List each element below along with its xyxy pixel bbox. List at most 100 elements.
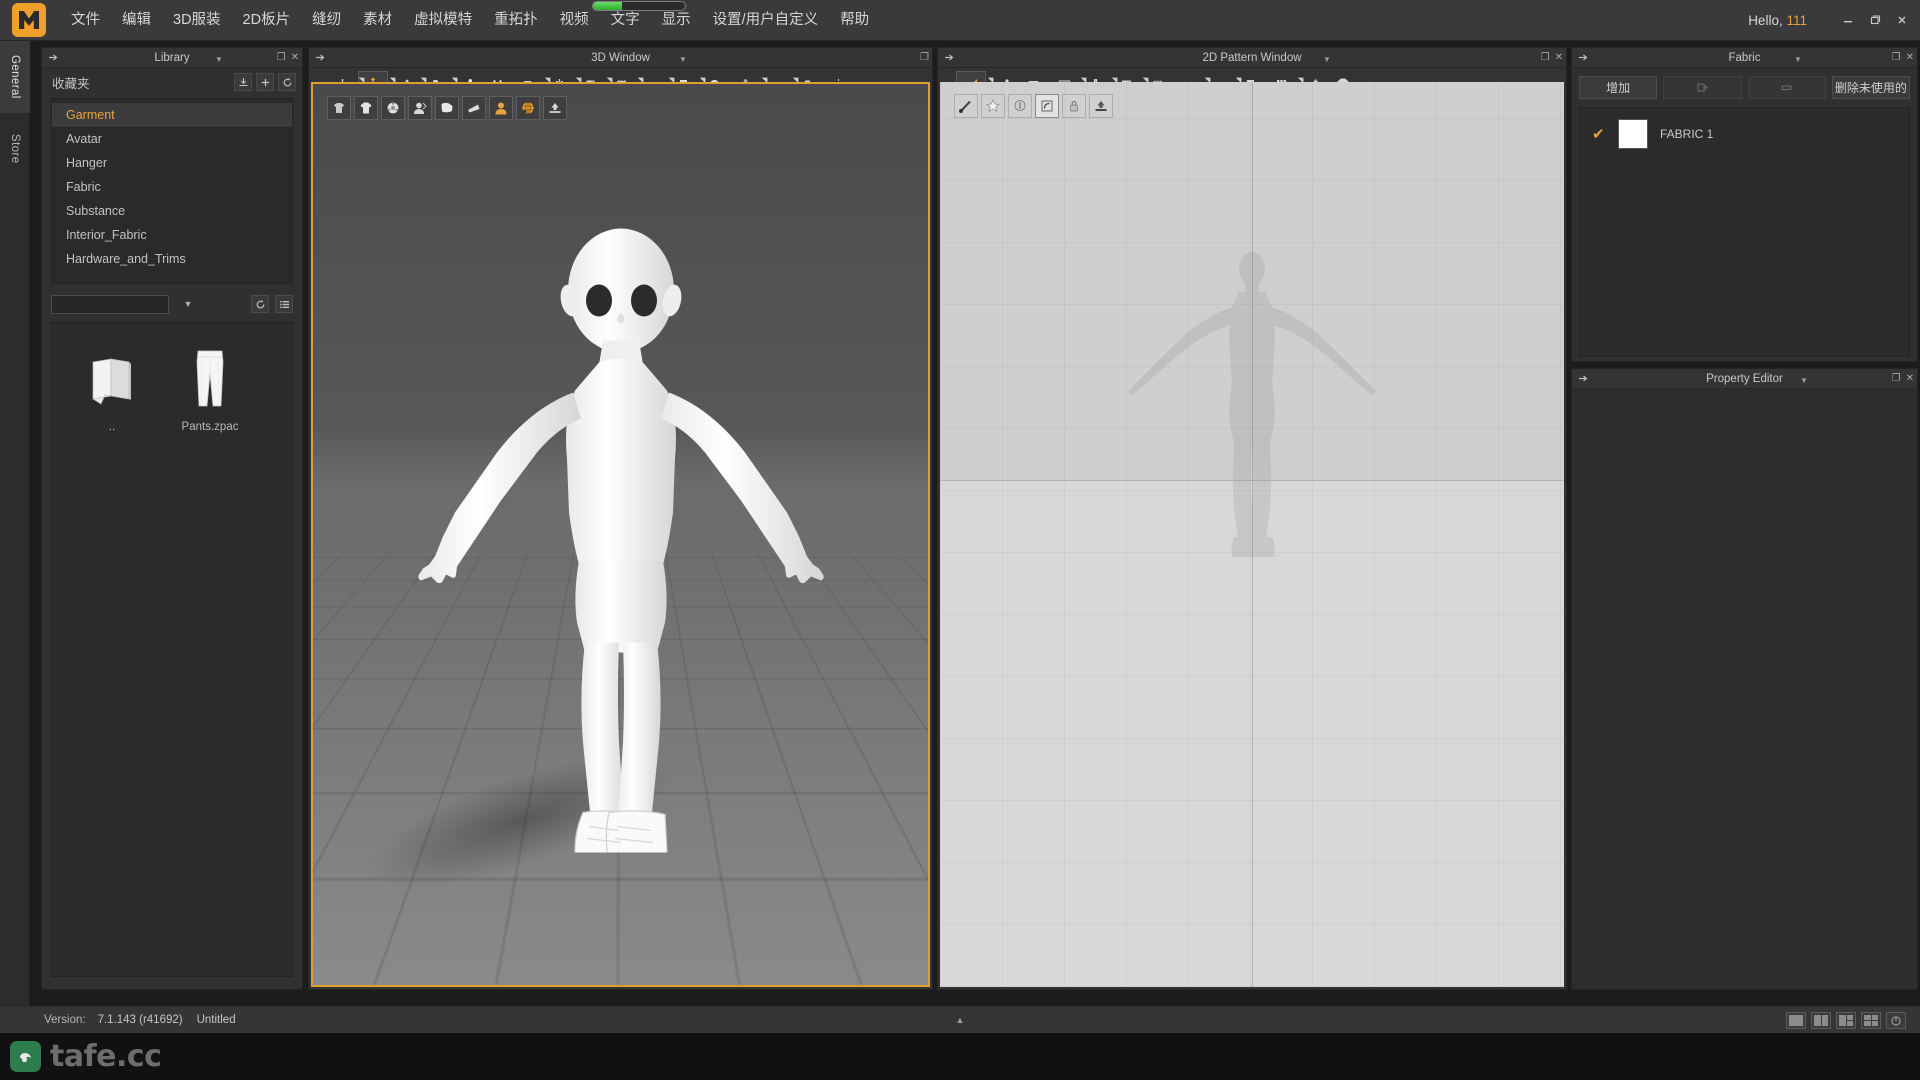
loading-progress-bar: [592, 1, 686, 11]
2d-window-close-icon[interactable]: ✕: [1555, 52, 1563, 63]
fabric-list-item[interactable]: ✔ FABRIC 1: [1580, 114, 1909, 154]
add-fabric-button[interactable]: 增加: [1579, 76, 1658, 99]
library-file-pants[interactable]: Pants.zpac: [164, 337, 256, 447]
watermark-text: tafe.cc: [50, 1039, 162, 1074]
window-close-button[interactable]: [1890, 10, 1914, 30]
layout-custom-button[interactable]: [1886, 1011, 1906, 1029]
3d-window-title: 3D Window: [591, 51, 650, 64]
library-filter-caret-icon[interactable]: ▼: [175, 295, 201, 314]
menu-sewing[interactable]: 缝纫: [301, 0, 352, 41]
version-value: 7.1.143 (r41692): [97, 1014, 183, 1026]
menu-edit[interactable]: 编辑: [111, 0, 162, 41]
3d-viewport[interactable]: [311, 82, 930, 987]
2d-window-undock-icon[interactable]: ❐: [1541, 52, 1550, 63]
menu-3d-garment[interactable]: 3D服装: [162, 0, 232, 41]
menu-bar-right: Hello, 111: [1748, 0, 1920, 40]
library-refresh-icon[interactable]: [251, 295, 269, 313]
menu-material[interactable]: 素材: [352, 0, 403, 41]
library-category-hanger[interactable]: Hanger: [52, 151, 292, 175]
layout-single-button[interactable]: [1786, 1011, 1806, 1029]
fabric-close-icon[interactable]: ✕: [1906, 52, 1914, 63]
3d-avatar-model[interactable]: [351, 212, 891, 869]
gear-ball-icon-button[interactable]: [381, 96, 405, 120]
fabric-pin-icon[interactable]: [1575, 50, 1591, 66]
library-file-folder-up[interactable]: ..: [66, 337, 158, 447]
rename-fabric-button: [1747, 76, 1826, 99]
library-category-hardware-and-trims[interactable]: Hardware_and_Trims: [52, 247, 292, 271]
3d-window-undock-icon[interactable]: ❐: [920, 52, 929, 63]
library-body: 收藏夹 Garment Avatar Hanger Fabric Substan…: [42, 68, 302, 977]
lock-icon-button[interactable]: [1062, 94, 1086, 118]
delete-unused-button[interactable]: 删除未使用的: [1831, 76, 1910, 99]
2d-pattern-viewport[interactable]: [940, 82, 1564, 987]
menu-help[interactable]: 帮助: [829, 0, 880, 41]
layout-quad-button[interactable]: [1861, 1011, 1881, 1029]
garment-icon-button[interactable]: [327, 96, 351, 120]
window-restore-button[interactable]: [1863, 10, 1887, 30]
property-editor-close-icon[interactable]: ✕: [1906, 373, 1914, 384]
library-category-fabric[interactable]: Fabric: [52, 175, 292, 199]
library-category-interior-fabric[interactable]: Interior_Fabric: [52, 223, 292, 247]
fabric-dropdown-caret[interactable]: ▼: [1794, 55, 1802, 64]
refresh-icon[interactable]: [278, 73, 296, 91]
library-dropdown-caret[interactable]: ▼: [215, 55, 223, 64]
3d-window-dropdown-caret[interactable]: ▼: [679, 55, 687, 64]
pen-icon-button[interactable]: [954, 94, 978, 118]
layout-cell-group: [1871, 1014, 1878, 1026]
upload-icon-button-2d[interactable]: [1089, 94, 1113, 118]
library-file-caption: Pants.zpac: [181, 421, 239, 433]
library-window-controls: ❐ ✕: [277, 52, 299, 63]
menu-2d-pattern[interactable]: 2D板片: [232, 0, 302, 41]
property-editor-dropdown-caret[interactable]: ▼: [1800, 376, 1808, 385]
circle-icon-button[interactable]: [1008, 94, 1032, 118]
3d-window-pin-icon[interactable]: [312, 50, 328, 66]
pattern-icon-button[interactable]: [435, 96, 459, 120]
folder-up-icon: [80, 347, 144, 411]
avatar-head-icon-button[interactable]: [489, 96, 513, 120]
upload-icon-button[interactable]: [543, 96, 567, 120]
app-logo-icon[interactable]: [12, 3, 46, 37]
layout-cell: [1871, 1020, 1878, 1026]
avatar-bust-icon-button[interactable]: [408, 96, 432, 120]
left-vertical-tabstrip: General Store: [0, 41, 30, 1008]
2d-window-pin-icon[interactable]: [941, 50, 957, 66]
2d-window-dropdown-caret[interactable]: ▼: [1323, 55, 1331, 64]
fabric-window-controls: ❐ ✕: [1892, 52, 1914, 63]
add-icon[interactable]: [256, 73, 274, 91]
star-icon-button[interactable]: [981, 94, 1005, 118]
vtab-general-label: General: [9, 55, 21, 99]
globe-icon-button[interactable]: [516, 96, 540, 120]
property-editor-pin-icon[interactable]: [1575, 371, 1591, 387]
import-icon[interactable]: [234, 73, 252, 91]
library-pin-icon[interactable]: [45, 50, 61, 66]
library-category-substance[interactable]: Substance: [52, 199, 292, 223]
library-search-input[interactable]: [51, 294, 169, 314]
menu-avatar[interactable]: 虚拟模特: [403, 0, 483, 41]
menu-settings[interactable]: 设置/用户自定义: [702, 0, 830, 41]
menu-file[interactable]: 文件: [60, 0, 111, 41]
library-list-view-icon[interactable]: [275, 295, 293, 313]
chevron-up-icon[interactable]: ▲: [956, 1015, 965, 1025]
vtab-general[interactable]: General: [0, 41, 30, 113]
menu-retopology[interactable]: 重拓扑: [483, 0, 549, 41]
property-editor-body: [1572, 389, 1917, 989]
layout-cell: [1846, 1014, 1853, 1020]
library-undock-icon[interactable]: ❐: [277, 52, 286, 63]
library-category-list: Garment Avatar Hanger Fabric Substance I…: [51, 98, 293, 284]
tshirt-icon-button[interactable]: [354, 96, 378, 120]
menu-items: 文件 编辑 3D服装 2D板片 缝纫 素材 虚拟模特 重拓扑 视频 文字 显示 …: [60, 0, 880, 40]
library-close-icon[interactable]: ✕: [291, 52, 299, 63]
window-minimize-button[interactable]: [1836, 10, 1860, 30]
library-category-garment[interactable]: Garment: [52, 103, 292, 127]
library-category-avatar[interactable]: Avatar: [52, 127, 292, 151]
property-editor-title: Property Editor: [1706, 372, 1783, 385]
fabric-color-swatch[interactable]: [1618, 119, 1648, 149]
vtab-store[interactable]: Store: [0, 113, 30, 185]
layout-three-panel-button[interactable]: [1836, 1011, 1856, 1029]
shade-icon-button[interactable]: [462, 96, 486, 120]
property-editor-undock-icon[interactable]: ❐: [1892, 373, 1901, 384]
layout-two-column-button[interactable]: [1811, 1011, 1831, 1029]
fabric-undock-icon[interactable]: ❐: [1892, 52, 1901, 63]
fabric-check-icon[interactable]: ✔: [1592, 125, 1606, 143]
square-select-icon-button[interactable]: [1035, 94, 1059, 118]
